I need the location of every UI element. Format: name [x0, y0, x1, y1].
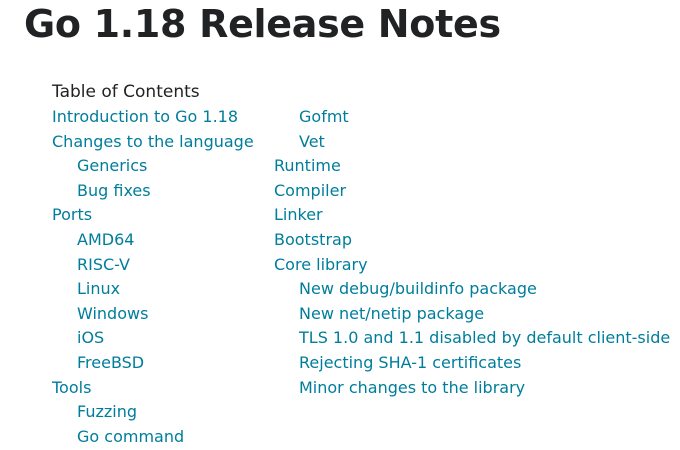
table-of-contents: Table of Contents Introduction to Go 1.1… — [52, 80, 672, 449]
toc-link-go-command[interactable]: Go command — [52, 425, 274, 450]
toc-columns: Introduction to Go 1.18 Changes to the la… — [52, 105, 672, 449]
toc-link-runtime[interactable]: Runtime — [274, 154, 672, 179]
toc-link-linker[interactable]: Linker — [274, 203, 672, 228]
toc-link-linux[interactable]: Linux — [52, 277, 274, 302]
toc-column-left: Introduction to Go 1.18 Changes to the la… — [52, 105, 274, 449]
toc-link-ports[interactable]: Ports — [52, 203, 274, 228]
toc-link-new-debug-buildinfo-package[interactable]: New debug/buildinfo package — [274, 277, 672, 302]
toc-link-vet[interactable]: Vet — [274, 130, 672, 155]
toc-link-introduction-to-go-1-18[interactable]: Introduction to Go 1.18 — [52, 105, 274, 130]
toc-link-new-net-netip-package[interactable]: New net/netip package — [274, 302, 672, 327]
toc-link-compiler[interactable]: Compiler — [274, 179, 672, 204]
toc-link-amd64[interactable]: AMD64 — [52, 228, 274, 253]
toc-heading: Table of Contents — [52, 82, 200, 102]
toc-link-bug-fixes[interactable]: Bug fixes — [52, 179, 274, 204]
toc-link-tls-1-0-and-1-1-disabled-by-default-client-side[interactable]: TLS 1.0 and 1.1 disabled by default clie… — [274, 326, 672, 351]
page-title: Go 1.18 Release Notes — [24, 2, 501, 46]
toc-link-bootstrap[interactable]: Bootstrap — [274, 228, 672, 253]
toc-link-changes-to-the-language[interactable]: Changes to the language — [52, 130, 274, 155]
toc-column-right: Gofmt Vet Runtime Compiler Linker Bootstrap Co… — [274, 105, 672, 449]
toc-link-core-library[interactable]: Core library — [274, 253, 672, 278]
toc-link-rejecting-sha-1-certificates[interactable]: Rejecting SHA-1 certificates — [274, 351, 672, 376]
toc-link-fuzzing[interactable]: Fuzzing — [52, 400, 274, 425]
toc-link-risc-v[interactable]: RISC-V — [52, 253, 274, 278]
toc-link-tools[interactable]: Tools — [52, 376, 274, 401]
toc-link-windows[interactable]: Windows — [52, 302, 274, 327]
toc-link-gofmt[interactable]: Gofmt — [274, 105, 672, 130]
toc-link-ios[interactable]: iOS — [52, 326, 274, 351]
toc-link-freebsd[interactable]: FreeBSD — [52, 351, 274, 376]
toc-link-minor-changes-to-the-library[interactable]: Minor changes to the library — [274, 376, 672, 401]
toc-link-generics[interactable]: Generics — [52, 154, 274, 179]
